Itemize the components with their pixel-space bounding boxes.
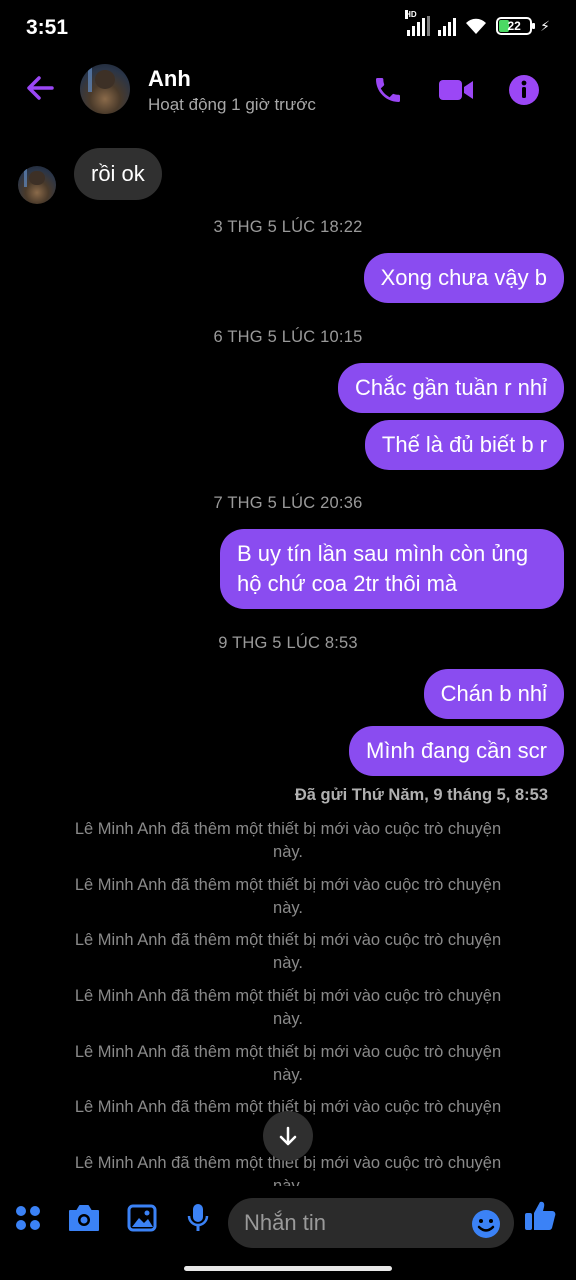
timestamp-divider: 7 THG 5 LÚC 20:36 bbox=[213, 494, 363, 512]
emoji-icon bbox=[472, 1210, 500, 1238]
call-button[interactable] bbox=[368, 70, 408, 110]
arrow-left-icon bbox=[27, 76, 54, 100]
status-icons: HD 22 ⚡ bbox=[405, 10, 550, 36]
home-indicator[interactable] bbox=[184, 1266, 392, 1271]
battery-icon: 22 bbox=[496, 17, 536, 35]
outgoing-message-bubble[interactable]: Mình đang cần scr bbox=[349, 726, 564, 776]
system-notice: Lê Minh Anh đã thêm một thiết bị mới vào… bbox=[74, 987, 502, 1028]
apps-button[interactable] bbox=[10, 1200, 46, 1236]
timestamp-divider: 6 THG 5 LÚC 10:15 bbox=[213, 328, 363, 346]
outgoing-message-bubble[interactable]: B uy tín lần sau mình còn ủng hộ chứ coa… bbox=[220, 529, 564, 609]
contact-status: Hoạt động 1 giờ trước bbox=[148, 95, 316, 114]
info-button[interactable] bbox=[504, 70, 544, 110]
status-bar: 3:51 HD 22 ⚡ bbox=[0, 0, 576, 56]
video-camera-icon bbox=[439, 80, 473, 100]
battery-level: 22 bbox=[507, 19, 521, 33]
camera-icon bbox=[69, 1205, 99, 1231]
back-button[interactable] bbox=[22, 70, 58, 106]
status-time: 3:51 bbox=[26, 16, 69, 39]
system-notice: Lê Minh Anh đã thêm một thiết bị mới vào… bbox=[74, 1043, 502, 1084]
cell-signal-2-icon bbox=[438, 16, 457, 36]
system-notice: Lê Minh Anh đã thêm một thiết bị mới vào… bbox=[74, 876, 502, 917]
chat-header: Anh Hoạt động 1 giờ trước bbox=[0, 56, 576, 126]
camera-button[interactable] bbox=[66, 1200, 102, 1236]
sender-avatar[interactable] bbox=[18, 166, 56, 204]
grid-dots-icon bbox=[16, 1206, 40, 1230]
wifi-icon bbox=[466, 18, 487, 34]
outgoing-message-bubble[interactable]: Xong chưa vậy b bbox=[363, 253, 564, 303]
arrow-down-icon bbox=[279, 1126, 297, 1146]
video-call-button[interactable] bbox=[436, 70, 476, 110]
system-notice: Lê Minh Anh đã thêm một thiết bị mới vào… bbox=[74, 820, 502, 861]
scroll-to-bottom-button[interactable] bbox=[263, 1111, 313, 1161]
phone-icon bbox=[376, 78, 400, 102]
microphone-icon bbox=[187, 1204, 209, 1231]
outgoing-message-bubble[interactable]: Chắc gần tuần r nhỉ bbox=[337, 363, 564, 413]
composer-bar bbox=[0, 1186, 576, 1260]
contact-name[interactable]: Anh bbox=[148, 66, 191, 92]
timestamp-divider: 9 THG 5 LÚC 8:53 bbox=[218, 634, 358, 652]
voice-button[interactable] bbox=[180, 1200, 216, 1236]
thumbs-up-icon bbox=[525, 1201, 556, 1230]
timestamp-divider: 3 THG 5 LÚC 18:22 bbox=[213, 218, 363, 236]
outgoing-message-bubble[interactable]: Thế là đủ biết b r bbox=[364, 420, 564, 470]
incoming-message-row: rồi ok bbox=[18, 144, 162, 204]
cell-signal-icon: HD bbox=[405, 10, 431, 36]
emoji-button[interactable] bbox=[470, 1208, 502, 1240]
gallery-button[interactable] bbox=[124, 1200, 160, 1236]
delivery-status: Đã gửi Thứ Năm, 9 tháng 5, 8:53 bbox=[294, 786, 548, 804]
image-icon bbox=[127, 1204, 157, 1232]
info-icon bbox=[509, 75, 539, 105]
charging-icon: ⚡ bbox=[540, 17, 550, 34]
system-notice: Lê Minh Anh đã thêm một thiết bị mới vào… bbox=[74, 931, 502, 972]
contact-avatar[interactable] bbox=[80, 64, 130, 114]
like-button[interactable] bbox=[522, 1198, 558, 1234]
message-list[interactable]: rồi ok 3 THG 5 LÚC 18:22 Xong chưa vậy b… bbox=[0, 130, 576, 1186]
hd-label: HD bbox=[405, 10, 417, 19]
outgoing-message-bubble[interactable]: Chán b nhỉ bbox=[423, 669, 564, 719]
incoming-message-bubble[interactable]: rồi ok bbox=[74, 148, 162, 200]
